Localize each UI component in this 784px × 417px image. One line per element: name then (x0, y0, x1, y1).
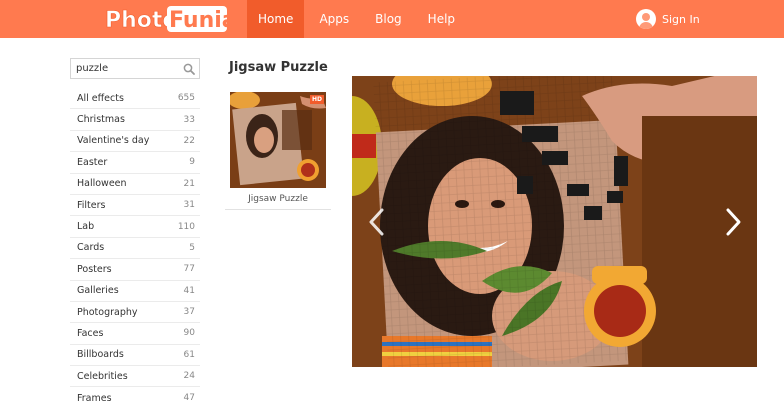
category-count: 33 (183, 114, 195, 125)
category-item[interactable]: Faces 90 (70, 323, 200, 345)
category-label: Galleries (77, 285, 119, 297)
category-count: 9 (189, 157, 195, 168)
logo-part-2: Funia (169, 8, 228, 33)
category-count: 47 (183, 393, 195, 404)
category-label: Billboards (77, 349, 124, 361)
category-item[interactable]: Photography 37 (70, 302, 200, 324)
nav-blog[interactable]: Blog (364, 0, 413, 38)
category-label: Lab (77, 221, 95, 233)
main-nav: Home Apps Blog Help (247, 0, 466, 38)
effect-thumbnail-image[interactable]: HD (230, 92, 326, 188)
category-count: 21 (183, 178, 195, 189)
category-label: All effects (77, 92, 124, 104)
category-list: All effects 655 Christmas 33 Valentine's d… (70, 88, 200, 409)
category-item[interactable]: Cards 5 (70, 238, 200, 260)
top-navigation-bar: Photo Funia Home Apps Blog Help Sign In (0, 0, 784, 38)
category-item[interactable]: Posters 77 (70, 259, 200, 281)
logo-part-1: Photo (105, 8, 178, 33)
category-item[interactable]: Lab 110 (70, 216, 200, 238)
search-input[interactable] (76, 61, 176, 76)
category-label: Posters (77, 263, 112, 275)
nav-help[interactable]: Help (417, 0, 466, 38)
nav-apps[interactable]: Apps (308, 0, 360, 38)
category-label: Celebrities (77, 370, 128, 382)
category-item[interactable]: Filters 31 (70, 195, 200, 217)
category-label: Halloween (77, 178, 127, 190)
nav-home[interactable]: Home (247, 0, 305, 38)
photofunia-logo[interactable]: Photo Funia (104, 5, 228, 33)
effect-thumbnail-label: Jigsaw Puzzle (248, 194, 308, 204)
search-icon[interactable] (183, 63, 195, 75)
category-label: Easter (77, 156, 108, 168)
category-count: 24 (183, 371, 195, 382)
sign-in-label: Sign In (662, 12, 700, 26)
category-item[interactable]: Easter 9 (70, 152, 200, 174)
category-label: Photography (77, 306, 138, 318)
category-count: 37 (183, 307, 195, 318)
category-count: 77 (183, 264, 195, 275)
category-item[interactable]: Galleries 41 (70, 281, 200, 302)
category-label: Faces (77, 327, 104, 339)
category-count: 5 (189, 242, 195, 253)
category-count: 110 (177, 221, 195, 232)
category-item[interactable]: Halloween 21 (70, 174, 200, 195)
effect-thumbnail-card[interactable]: HD Jigsaw Puzzle (225, 87, 331, 210)
user-avatar-icon (636, 9, 656, 29)
hd-badge: HD (309, 95, 324, 104)
search-box (70, 58, 200, 79)
category-item[interactable]: Billboards 61 (70, 345, 200, 367)
category-count: 41 (183, 285, 195, 296)
sign-in-button[interactable]: Sign In (636, 9, 700, 29)
category-count: 90 (183, 328, 195, 339)
effect-title: Jigsaw Puzzle (229, 60, 328, 75)
effect-preview-image (352, 76, 757, 367)
category-label: Filters (77, 199, 106, 211)
category-item[interactable]: Celebrities 24 (70, 366, 200, 388)
category-count: 22 (183, 135, 195, 146)
category-count: 655 (177, 93, 195, 104)
chevron-right-icon[interactable] (723, 206, 743, 238)
category-item[interactable]: All effects 655 (70, 88, 200, 110)
category-item[interactable]: Christmas 33 (70, 109, 200, 131)
category-label: Cards (77, 242, 105, 254)
chevron-left-icon[interactable] (367, 206, 387, 238)
category-count: 61 (183, 349, 195, 360)
category-item[interactable]: Valentine's day 22 (70, 131, 200, 153)
category-label: Christmas (77, 114, 125, 126)
category-label: Frames (77, 392, 112, 404)
category-item[interactable]: Frames 47 (70, 387, 200, 408)
category-count: 31 (183, 200, 195, 211)
category-label: Valentine's day (77, 135, 150, 147)
